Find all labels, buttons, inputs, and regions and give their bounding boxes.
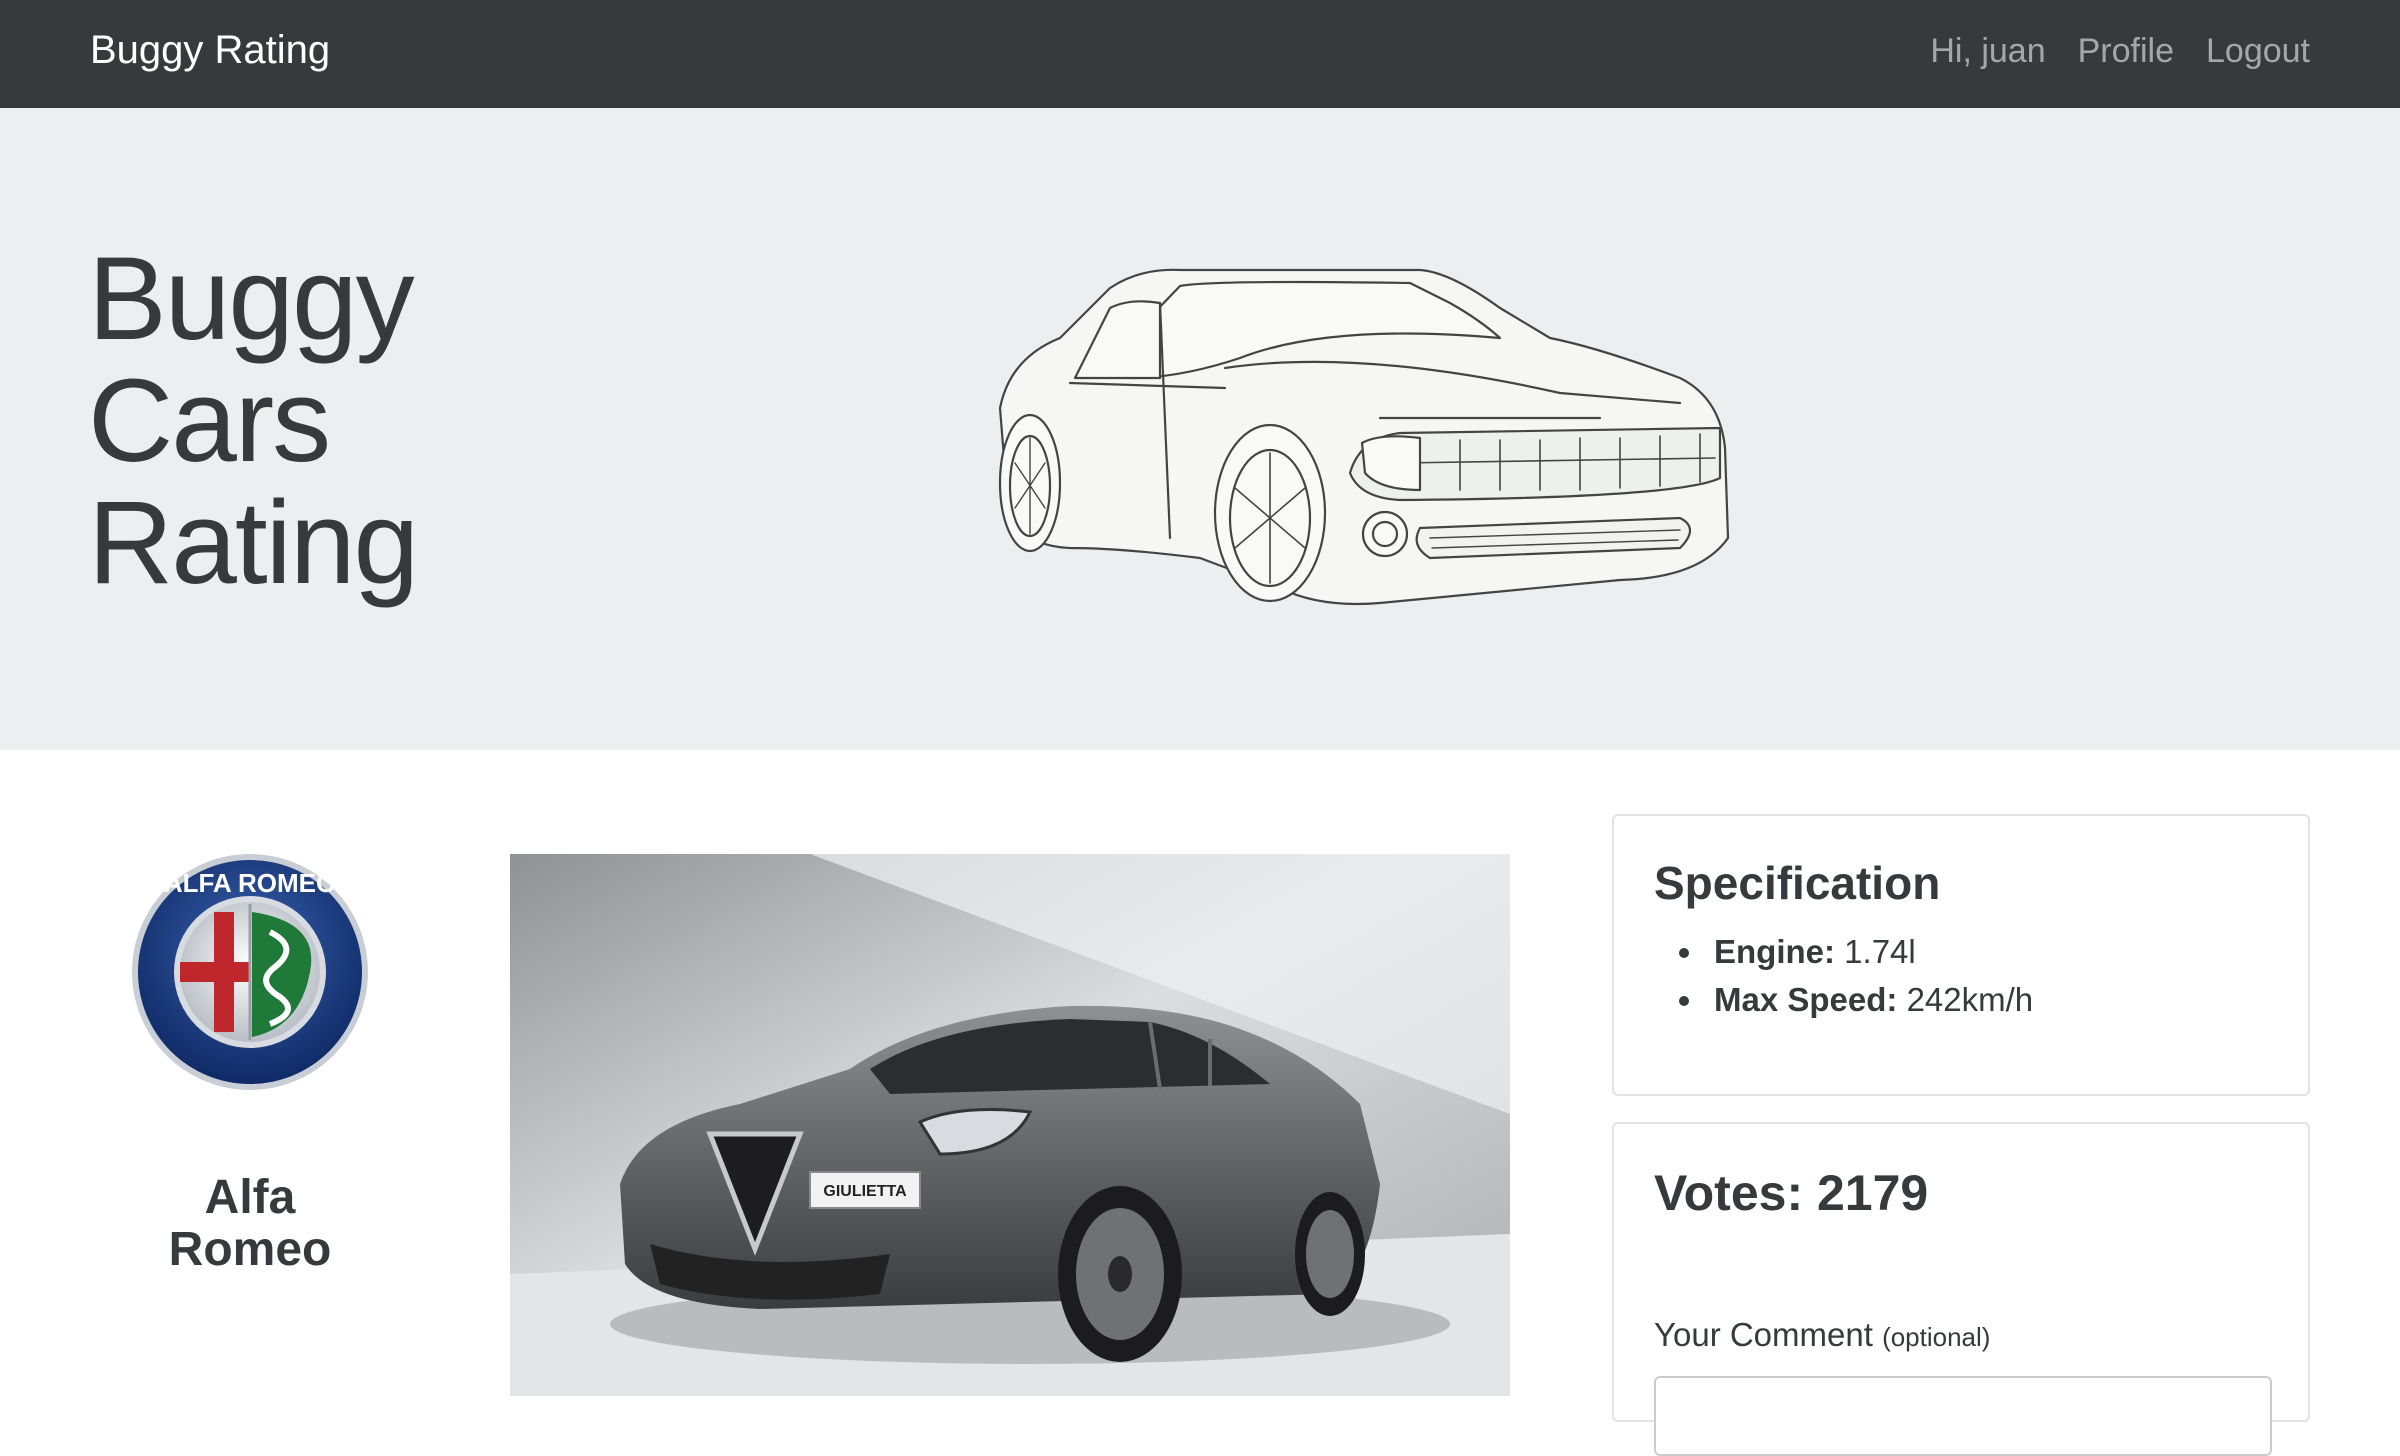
specification-heading: Specification (1654, 857, 1941, 909)
brand-link[interactable]: Buggy Rating (90, 28, 330, 73)
hero-jumbotron: Buggy Cars Rating (0, 108, 2400, 750)
logout-link[interactable]: Logout (2206, 32, 2310, 71)
spec-max-speed-label: Max Speed: (1714, 981, 1898, 1018)
car-sketch-illustration (998, 268, 1730, 606)
hero-title-line: Rating (88, 477, 419, 609)
hero-title: Buggy Cars Rating (88, 233, 419, 609)
user-greeting: Hi, juan (1930, 32, 2046, 70)
hero-title-line: Buggy (88, 233, 415, 365)
spec-max-speed: Max Speed: 242km/h (1706, 976, 2033, 1024)
make-name: Alfa Romeo (100, 1172, 400, 1276)
alfa-romeo-logo: ALFA ROMEO (132, 854, 368, 1090)
votes-card: Votes: 2179 Your Comment (optional) (1612, 1122, 2310, 1456)
logo-lettering: ALFA ROMEO (164, 868, 336, 898)
votes-heading: Votes: 2179 (1654, 1165, 1929, 1221)
top-navbar: Buggy Rating Hi, juan Profile Logout (0, 0, 2400, 108)
comment-label-text: Your Comment (1654, 1316, 1873, 1353)
hero-title-line: Cars (88, 355, 331, 487)
navbar-user-menu: Hi, juan Profile Logout (1930, 32, 2310, 71)
profile-link[interactable]: Profile (2078, 32, 2174, 71)
make-name-line: Romeo (168, 1223, 332, 1276)
make-name-line: Alfa (204, 1171, 296, 1224)
comment-optional-hint: (optional) (1882, 1322, 1991, 1352)
plate-text: GIULIETTA (823, 1183, 907, 1200)
specification-card: Specification Engine: 1.74l Max Speed: 2… (1612, 814, 2310, 1096)
comment-textarea[interactable] (1654, 1376, 2272, 1456)
spec-engine-label: Engine: (1714, 933, 1835, 970)
spec-max-speed-value: 242km/h (1906, 981, 2034, 1018)
spec-engine: Engine: 1.74l (1706, 928, 2033, 976)
comment-label: Your Comment (optional) (1654, 1316, 1990, 1354)
specification-list: Engine: 1.74l Max Speed: 242km/h (1706, 928, 2033, 1024)
model-car-photo: GIULIETTA (510, 854, 1510, 1396)
spec-engine-value: 1.74l (1844, 933, 1916, 970)
